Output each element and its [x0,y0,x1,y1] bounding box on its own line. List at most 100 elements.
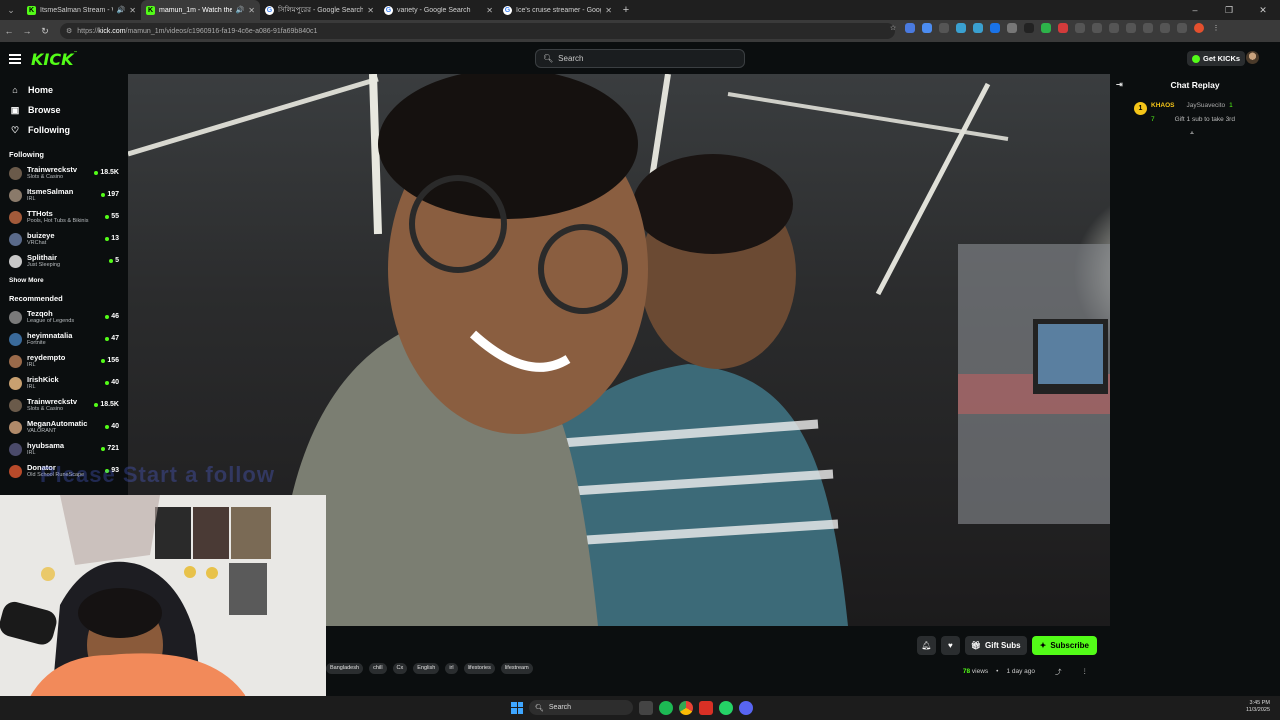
viewer-count: 156 [101,357,119,364]
tag-chip[interactable]: irl [445,663,458,674]
bell-icon: 🔔︎ [921,641,932,650]
user-avatar[interactable] [1246,51,1259,64]
extension-icon[interactable] [1024,23,1034,33]
back-icon[interactable]: ← [0,26,18,36]
get-kicks-button[interactable]: Get KICKs [1187,51,1246,66]
speaker-icon[interactable]: 🔊 [236,6,245,14]
sidebar-channel[interactable]: TTHots Pools, Hot Tubs & Bikinis 55 [0,206,127,228]
gifter-name[interactable]: KHAOS [1151,102,1174,115]
more-options-icon[interactable]: ⋮ [1082,667,1089,675]
sidebar-channel[interactable]: Trainwreckstv Slots & Casino 18.5K [0,162,127,184]
browser-tab-active[interactable]: K mamun_1m - Watch the V 🔊 ✕ [141,0,260,20]
sidebar-channel[interactable]: buizeye VRChat 13 [0,228,127,250]
channel-category: Just Sleeping [27,262,61,268]
sidebar-channel[interactable]: hyubsama IRL 721 [0,438,127,460]
spotify-icon[interactable] [659,700,673,715]
extension-icon[interactable] [1143,23,1153,33]
close-tab-icon[interactable]: ✕ [486,6,493,15]
whatsapp-icon[interactable] [719,700,733,715]
forward-icon[interactable]: → [18,26,36,36]
browser-tab[interactable]: K ItsmeSalman Stream - Watc 🔊 ✕ [22,0,141,20]
viewer-count: 18.5K [94,401,119,408]
chrome-icon[interactable] [679,700,693,715]
minimize-icon[interactable]: – [1178,0,1212,20]
tab-search-icon[interactable]: ⌄ [0,0,22,20]
tag-chip[interactable]: English [413,663,440,674]
close-tab-icon[interactable]: ✕ [248,6,255,15]
sidebar-channel[interactable]: reydempto IRL 156 [0,350,127,372]
browser-tab[interactable]: G Ice's cruise streamer - Google S ✕ [498,0,617,20]
sidebar-channel[interactable]: Tezqoh League of Legends 46 [0,306,127,328]
calendar-icon[interactable] [699,700,713,715]
extension-icon[interactable] [1058,23,1068,33]
recipient-name[interactable]: JaySuavecito [1186,102,1225,115]
channel-category: League of Legends [27,318,75,324]
tag-chip[interactable]: lifestories [463,663,495,674]
sidebar-item-home[interactable]: ⌂ Home [0,80,127,100]
extension-icon[interactable] [905,23,915,33]
close-tab-icon[interactable]: ✕ [605,6,612,15]
extension-icon[interactable] [990,23,1000,33]
browser-tab[interactable]: G variety - Google Search ✕ [379,0,498,20]
extension-icon[interactable] [1041,23,1051,33]
task-view-icon[interactable] [639,700,653,715]
system-clock[interactable]: 3:45 PM 11/3/2025 [1246,700,1270,715]
close-tab-icon[interactable]: ✕ [367,6,374,15]
gift-message: Gift 1 sub to take 3rd [1174,116,1235,123]
sidebar-channel[interactable]: MeganAutomatic VALORANT 40 [0,416,127,438]
tag-chip[interactable]: lifestream [500,663,533,674]
extension-icon[interactable] [973,23,983,33]
taskbar-search-input[interactable]: 🔍︎ Search [529,700,633,715]
address-bar[interactable]: ⚙ https://kick.com/mamun_1m/videos/c1960… [60,23,895,39]
extension-icon[interactable] [1109,23,1119,33]
follow-heart-button[interactable]: ♥ [940,636,960,655]
menu-dots-icon[interactable]: ⋮ [1211,23,1221,33]
downloads-icon[interactable] [1177,23,1187,33]
new-tab-button[interactable]: + [617,4,635,16]
channel-avatar [9,420,22,434]
sidebar-channel[interactable]: ItsmeSalman IRL 197 [0,184,127,206]
expand-chevron-icon[interactable]: ⩡ [1190,130,1194,138]
extension-icon[interactable] [956,23,966,33]
windows-start-icon[interactable] [511,701,523,714]
sidebar-item-browse[interactable]: ▣ Browse [0,100,127,120]
kick-logo[interactable]: KICK™ [31,50,78,69]
subscribe-button[interactable]: ✦ Subscribe [1031,636,1097,655]
collapse-chat-icon[interactable]: ⇥ [1116,80,1123,89]
extension-icon[interactable] [922,23,932,33]
sidebar-item-following[interactable]: ♡ Following [0,120,127,140]
gift-subs-button[interactable]: 🎁︎ Gift Subs [964,636,1027,655]
reload-icon[interactable]: ↻ [36,26,54,37]
site-info-icon[interactable]: ⚙ [66,27,72,35]
extensions-puzzle-icon[interactable] [1160,23,1170,33]
sidebar-channel[interactable]: heyimnatalia Fortnite 47 [0,328,127,350]
profile-icon[interactable] [1194,23,1204,33]
sidebar-channel[interactable]: Trainwreckstv Slots & Casino 18.5K [0,394,127,416]
live-dot-icon [105,314,110,319]
search-input[interactable]: 🔍︎ Search [535,49,745,68]
extension-icon[interactable] [1075,23,1085,33]
channel-meta: ItsmeSalman IRL [27,187,73,203]
wall-poster [193,507,229,559]
discord-icon[interactable] [739,700,753,715]
tag-chip[interactable]: chill [369,663,387,674]
extension-icon[interactable] [939,23,949,33]
speaker-icon[interactable]: 🔊 [117,6,126,14]
channel-avatar [9,166,22,180]
close-tab-icon[interactable]: ✕ [129,6,136,15]
extension-icon[interactable] [1092,23,1102,33]
sidebar-channel[interactable]: Splithair Just Sleeping 5 [0,250,127,272]
extension-icon[interactable] [1007,23,1017,33]
notification-bell-button[interactable]: 🔔︎ [916,636,936,655]
maximize-icon[interactable]: ❐ [1212,0,1246,20]
share-icon[interactable]: ⤴ [1055,666,1062,676]
hamburger-menu-icon[interactable] [9,54,21,66]
close-window-icon[interactable]: ✕ [1246,0,1280,20]
bookmark-star-icon[interactable]: ☆ [888,23,898,33]
tag-chip[interactable]: Cx [392,663,408,674]
sidebar-channel[interactable]: IrishKick IRL 40 [0,372,127,394]
show-more-button[interactable]: Show More [0,274,127,288]
browser-tab[interactable]: G সিলিমপুরের - Google Search ✕ [260,0,379,20]
tag-chip[interactable]: Bangladesh [326,663,364,674]
extension-icon[interactable] [1126,23,1136,33]
